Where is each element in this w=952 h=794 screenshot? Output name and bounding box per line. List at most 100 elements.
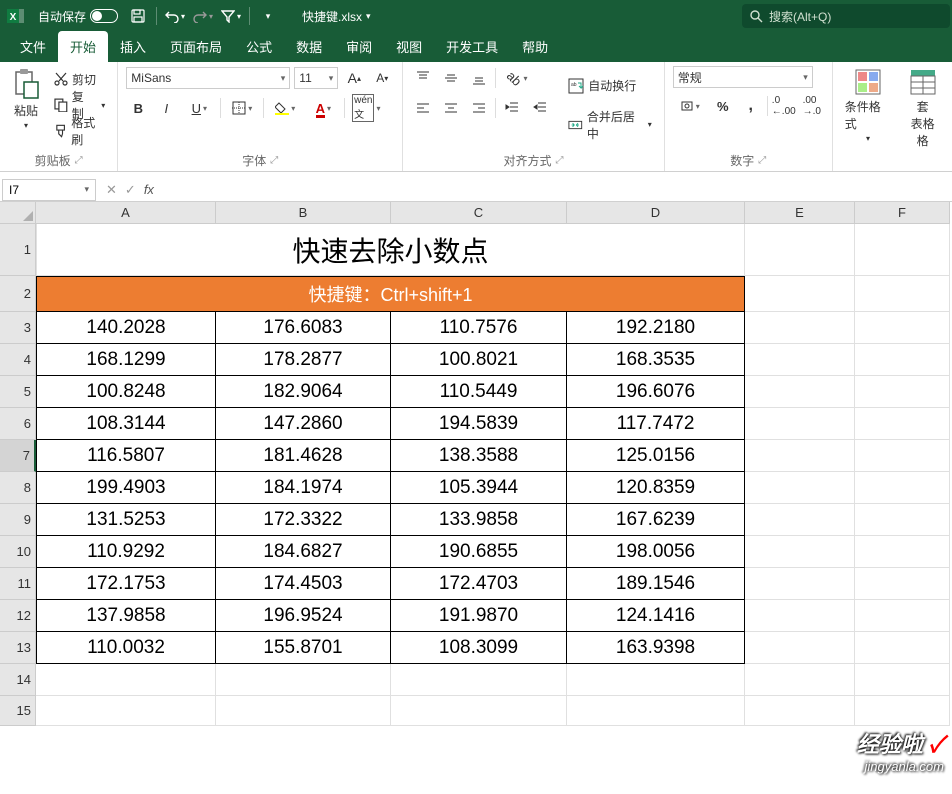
cell[interactable] bbox=[855, 344, 950, 376]
comma-button[interactable]: , bbox=[739, 94, 763, 118]
font-name-combo[interactable]: MiSans▾ bbox=[126, 67, 290, 89]
cell[interactable] bbox=[567, 664, 745, 696]
cell[interactable]: 167.6239 bbox=[567, 504, 745, 536]
cell[interactable]: 168.1299 bbox=[36, 344, 216, 376]
paste-button[interactable]: 粘贴 ▾ bbox=[8, 66, 44, 132]
decrease-decimal-button[interactable]: .00→.0 bbox=[800, 94, 824, 118]
tab-file[interactable]: 文件 bbox=[8, 31, 58, 62]
cell[interactable] bbox=[745, 696, 855, 726]
wrap-text-button[interactable]: ab 自动换行 bbox=[564, 74, 655, 98]
cell[interactable]: 184.6827 bbox=[216, 536, 391, 568]
cell[interactable] bbox=[745, 440, 855, 472]
subtitle-cell[interactable]: 快捷键：Ctrl+shift+1 bbox=[36, 276, 745, 312]
cancel-formula-button[interactable]: ✕ bbox=[106, 182, 117, 198]
cell[interactable]: 194.5839 bbox=[391, 408, 567, 440]
cell[interactable] bbox=[36, 696, 216, 726]
cell[interactable]: 125.0156 bbox=[567, 440, 745, 472]
row-header-1[interactable]: 1 bbox=[0, 224, 36, 276]
border-button[interactable]: ▾ bbox=[225, 96, 259, 120]
formula-input[interactable] bbox=[160, 179, 952, 201]
cell[interactable]: 116.5807 bbox=[36, 440, 216, 472]
cell[interactable]: 140.2028 bbox=[36, 312, 216, 344]
cell[interactable]: 178.2877 bbox=[216, 344, 391, 376]
cell[interactable] bbox=[567, 696, 745, 726]
cell[interactable]: 117.7472 bbox=[567, 408, 745, 440]
title-cell[interactable]: 快速去除小数点 bbox=[36, 224, 745, 276]
cell[interactable] bbox=[855, 408, 950, 440]
cell[interactable]: 100.8248 bbox=[36, 376, 216, 408]
cell[interactable] bbox=[745, 504, 855, 536]
tab-dev[interactable]: 开发工具 bbox=[434, 31, 510, 62]
cell[interactable]: 100.8021 bbox=[391, 344, 567, 376]
cell[interactable] bbox=[855, 276, 950, 312]
cell[interactable] bbox=[36, 664, 216, 696]
cell[interactable] bbox=[745, 344, 855, 376]
tab-layout[interactable]: 页面布局 bbox=[158, 31, 234, 62]
tab-data[interactable]: 数据 bbox=[284, 31, 334, 62]
row-header-9[interactable]: 9 bbox=[0, 504, 36, 536]
cell[interactable] bbox=[391, 696, 567, 726]
tab-formulas[interactable]: 公式 bbox=[234, 31, 284, 62]
cell[interactable] bbox=[855, 632, 950, 664]
increase-decimal-button[interactable]: .0←.00 bbox=[772, 94, 796, 118]
cell[interactable]: 105.3944 bbox=[391, 472, 567, 504]
select-all-button[interactable] bbox=[0, 202, 36, 224]
cell[interactable]: 190.6855 bbox=[391, 536, 567, 568]
orientation-button[interactable]: ab▾ bbox=[500, 66, 534, 90]
row-header-15[interactable]: 15 bbox=[0, 696, 36, 726]
row-header-4[interactable]: 4 bbox=[0, 344, 36, 376]
fill-color-button[interactable]: ▾ bbox=[268, 96, 302, 120]
cell[interactable]: 168.3535 bbox=[567, 344, 745, 376]
cell[interactable]: 196.6076 bbox=[567, 376, 745, 408]
cell[interactable]: 163.9398 bbox=[567, 632, 745, 664]
cell[interactable]: 110.9292 bbox=[36, 536, 216, 568]
align-center-button[interactable] bbox=[439, 96, 463, 120]
cell[interactable] bbox=[745, 408, 855, 440]
cell[interactable] bbox=[745, 568, 855, 600]
cell[interactable]: 108.3099 bbox=[391, 632, 567, 664]
tab-view[interactable]: 视图 bbox=[384, 31, 434, 62]
cell[interactable]: 189.1546 bbox=[567, 568, 745, 600]
cell[interactable]: 110.5449 bbox=[391, 376, 567, 408]
cell[interactable] bbox=[216, 696, 391, 726]
cell[interactable]: 191.9870 bbox=[391, 600, 567, 632]
cell[interactable]: 192.2180 bbox=[567, 312, 745, 344]
tab-review[interactable]: 审阅 bbox=[334, 31, 384, 62]
cell[interactable]: 172.4703 bbox=[391, 568, 567, 600]
filter-button[interactable]: ▾ bbox=[217, 2, 245, 30]
col-header-A[interactable]: A bbox=[36, 202, 216, 224]
cell[interactable] bbox=[855, 664, 950, 696]
tab-help[interactable]: 帮助 bbox=[510, 31, 560, 62]
decrease-indent-button[interactable] bbox=[500, 96, 524, 120]
number-launcher[interactable]: ⤢ bbox=[758, 155, 766, 166]
increase-font-button[interactable]: A▴ bbox=[342, 66, 366, 90]
cell[interactable]: 182.9064 bbox=[216, 376, 391, 408]
cell[interactable]: 174.4503 bbox=[216, 568, 391, 600]
align-left-button[interactable] bbox=[411, 96, 435, 120]
cell[interactable] bbox=[745, 224, 855, 276]
name-box[interactable]: I7 ▾ bbox=[2, 179, 96, 201]
align-bottom-button[interactable] bbox=[467, 66, 491, 90]
cell[interactable] bbox=[855, 376, 950, 408]
align-top-button[interactable] bbox=[411, 66, 435, 90]
cell[interactable]: 198.0056 bbox=[567, 536, 745, 568]
cell[interactable] bbox=[855, 536, 950, 568]
autosave-toggle[interactable]: 自动保存 bbox=[32, 8, 124, 25]
cell[interactable]: 110.0032 bbox=[36, 632, 216, 664]
cell[interactable]: 172.3322 bbox=[216, 504, 391, 536]
cell[interactable] bbox=[745, 276, 855, 312]
cell[interactable] bbox=[855, 312, 950, 344]
col-header-B[interactable]: B bbox=[216, 202, 391, 224]
font-launcher[interactable]: ⤢ bbox=[270, 155, 278, 166]
cell[interactable] bbox=[855, 472, 950, 504]
row-header-10[interactable]: 10 bbox=[0, 536, 36, 568]
search-box[interactable]: 搜索(Alt+Q) bbox=[742, 4, 950, 28]
increase-indent-button[interactable] bbox=[528, 96, 552, 120]
cell[interactable]: 181.4628 bbox=[216, 440, 391, 472]
cell[interactable]: 133.9858 bbox=[391, 504, 567, 536]
redo-button[interactable]: ▾ bbox=[189, 2, 217, 30]
cell[interactable] bbox=[745, 600, 855, 632]
row-header-3[interactable]: 3 bbox=[0, 312, 36, 344]
row-header-5[interactable]: 5 bbox=[0, 376, 36, 408]
undo-button[interactable]: ▾ bbox=[161, 2, 189, 30]
